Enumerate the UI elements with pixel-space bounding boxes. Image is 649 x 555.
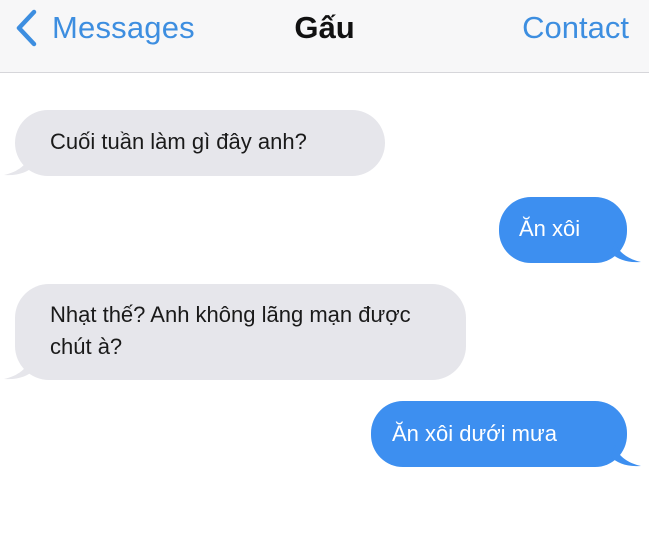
outgoing-bubble-tail [611, 241, 641, 263]
incoming-message-bubble[interactable]: Nhạt thế? Anh không lãng mạn được chút à… [15, 284, 466, 380]
incoming-message-bubble[interactable]: Cuối tuần làm gì đây anh? [15, 110, 385, 176]
outgoing-message-bubble[interactable]: Ăn xôi [499, 197, 627, 263]
navigation-bar: Messages Gấu Contact [0, 0, 649, 73]
incoming-bubble-tail [4, 154, 34, 176]
outgoing-bubble-tail [611, 445, 641, 467]
message-text: Ăn xôi dưới mưa [392, 421, 557, 446]
message-text: Ăn xôi [519, 216, 581, 241]
message-text: Nhạt thế? Anh không lãng mạn được chút à… [50, 302, 411, 359]
message-text: Cuối tuần làm gì đây anh? [50, 129, 307, 154]
chevron-left-icon [14, 8, 42, 48]
incoming-bubble-tail [4, 358, 34, 380]
contact-button[interactable]: Contact [522, 10, 629, 46]
back-button[interactable]: Messages [14, 8, 195, 48]
message-thread: Cuối tuần làm gì đây anh? Ăn xôi Nhạt th… [0, 73, 649, 555]
outgoing-message-bubble[interactable]: Ăn xôi dưới mưa [371, 401, 627, 467]
back-label: Messages [52, 10, 195, 45]
